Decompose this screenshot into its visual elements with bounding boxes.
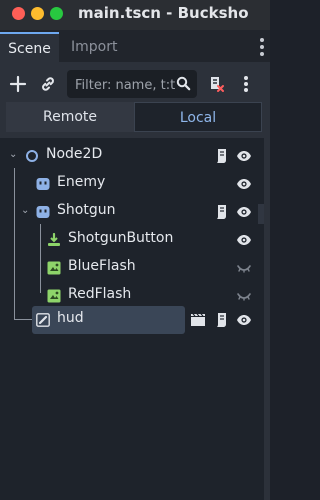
scene-tree: ⌄ Node2D Enemy ⌄ Shotgun ShotgunButton B… [0, 138, 264, 500]
expand-arrow-icon[interactable]: ⌄ [21, 205, 33, 217]
eye-hidden-icon[interactable] [236, 260, 252, 276]
plus-icon [9, 75, 27, 93]
search-icon [176, 76, 191, 91]
filter-field[interactable] [67, 70, 197, 98]
touch-button-icon [48, 233, 60, 246]
node-name: ShotgunButton [68, 230, 174, 246]
sprite-icon [36, 206, 50, 218]
eye-visible-icon[interactable] [236, 204, 252, 220]
canvas-layer-icon [36, 313, 50, 327]
expand-arrow-icon[interactable]: ⌄ [9, 149, 21, 161]
tree-row-node2d[interactable]: ⌄ Node2D [0, 142, 264, 170]
remote-local-toggle: Remote Local [6, 102, 262, 132]
scene-more-button[interactable] [234, 72, 258, 96]
sprite-icon [36, 178, 50, 190]
remote-button[interactable]: Remote [6, 102, 134, 132]
open-in-editor-icon[interactable] [190, 312, 206, 328]
link-icon [42, 77, 54, 91]
script-icon[interactable] [214, 204, 230, 220]
minimize-window-button[interactable] [31, 7, 44, 20]
dock-menu-icon[interactable] [260, 38, 264, 59]
eye-visible-icon[interactable] [236, 312, 252, 328]
scene-toolbar [0, 68, 270, 102]
instance-scene-button[interactable] [36, 72, 60, 96]
kebab-menu-icon [244, 76, 248, 92]
node2d-circle-icon [26, 150, 38, 162]
node-name: Enemy [57, 174, 106, 190]
tab-import[interactable]: Import [71, 32, 117, 62]
eye-visible-icon[interactable] [236, 232, 252, 248]
node-name: Node2D [46, 146, 103, 162]
node-name: BlueFlash [68, 258, 136, 274]
local-button[interactable]: Local [134, 102, 262, 132]
node-name: hud [57, 310, 84, 326]
animated-sprite-icon [47, 261, 61, 275]
attach-script-button[interactable] [204, 72, 228, 96]
zoom-window-button[interactable] [50, 7, 63, 20]
tree-row-blueflash[interactable]: BlueFlash [0, 254, 264, 282]
tree-row-shotgun[interactable]: ⌄ Shotgun [0, 198, 264, 226]
window-title: main.tscn - Bucksho [78, 4, 249, 22]
add-node-button[interactable] [6, 72, 30, 96]
animated-sprite-icon [47, 289, 61, 303]
tree-row-shotgunbutton[interactable]: ShotgunButton [0, 226, 264, 254]
dock-tabbar: Scene Import [0, 30, 270, 62]
window-titlebar: main.tscn - Bucksho [0, 0, 270, 30]
script-icon[interactable] [214, 312, 230, 328]
tab-scene[interactable]: Scene [0, 32, 59, 62]
tree-row-enemy[interactable]: Enemy [0, 170, 264, 198]
close-window-button[interactable] [12, 7, 25, 20]
script-remove-icon [211, 77, 224, 92]
filter-input[interactable] [73, 74, 177, 96]
eye-hidden-icon[interactable] [236, 288, 252, 304]
tree-row-hud[interactable]: hud [0, 306, 264, 334]
eye-visible-icon[interactable] [236, 176, 252, 192]
eye-visible-icon[interactable] [236, 148, 252, 164]
script-icon[interactable] [214, 148, 230, 164]
node-name: RedFlash [68, 286, 132, 302]
node-name: Shotgun [57, 202, 116, 218]
